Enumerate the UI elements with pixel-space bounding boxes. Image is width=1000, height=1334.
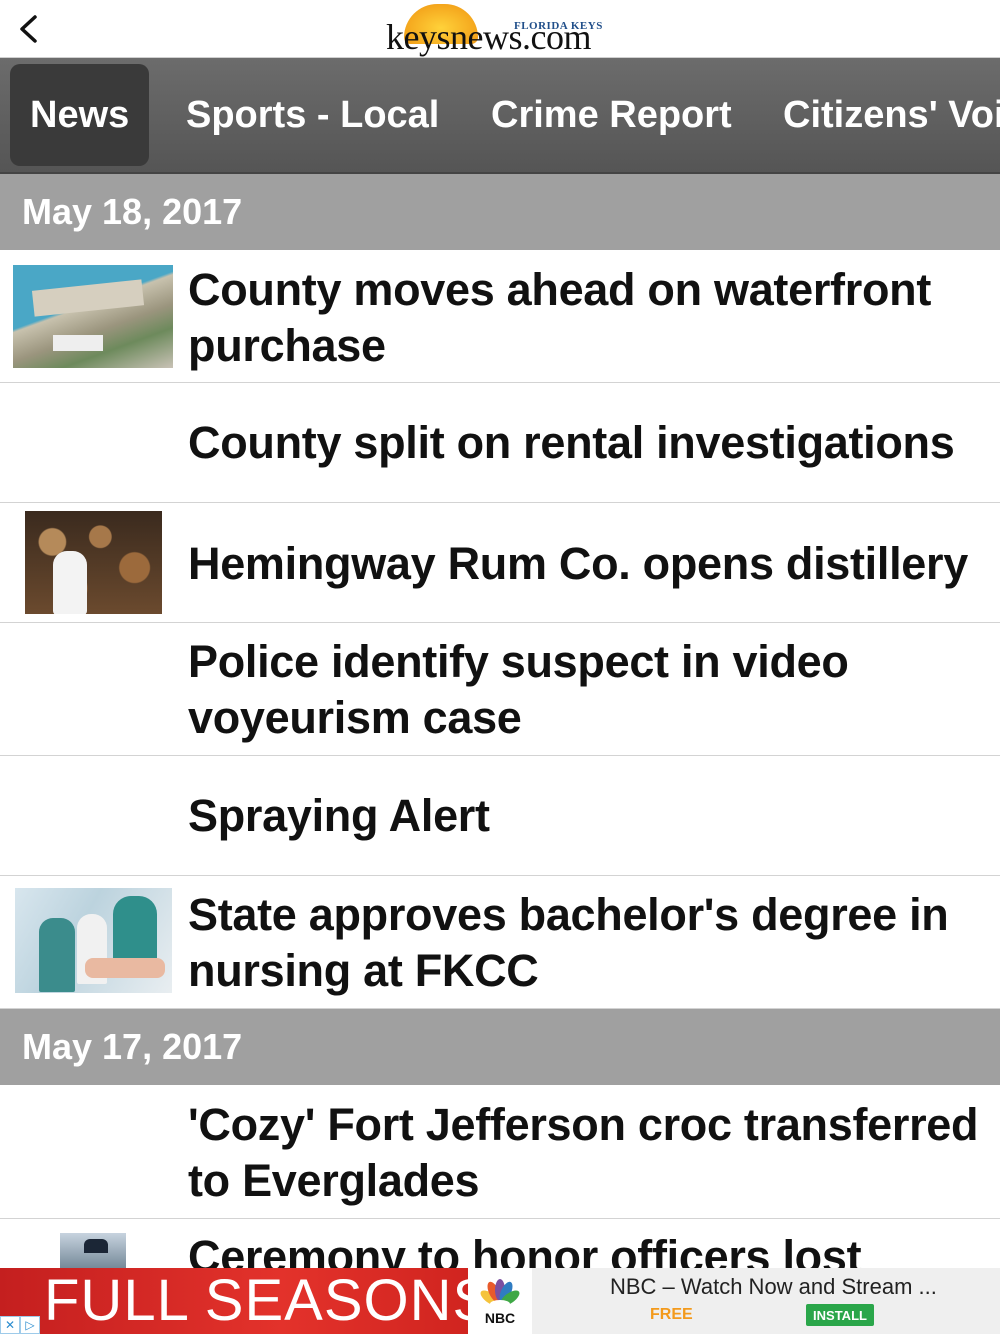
article-thumbnail	[60, 1233, 126, 1273]
date-header: May 17, 2017	[0, 1009, 1000, 1085]
peacock-icon	[480, 1279, 520, 1308]
date-header: May 18, 2017	[0, 174, 1000, 250]
logo-tagline: FLORIDA KEYS	[514, 20, 603, 32]
back-button[interactable]	[10, 10, 46, 48]
ad-app-title: NBC – Watch Now and Stream ...	[610, 1274, 937, 1299]
tab-citizens-voice[interactable]: Citizens' Voi	[783, 64, 1000, 166]
article-title: 'Cozy' Fort Jefferson croc transferred t…	[188, 1099, 979, 1206]
article-title: County split on rental investigations	[188, 417, 955, 468]
list-item[interactable]: State approves bachelor's degree in nurs…	[0, 876, 1000, 1009]
install-button[interactable]: INSTALL	[806, 1304, 874, 1326]
article-thumbnail	[13, 265, 173, 368]
article-title: State approves bachelor's degree in nurs…	[188, 889, 949, 996]
close-icon[interactable]: ✕	[0, 1316, 20, 1334]
list-item[interactable]: County split on rental investigations	[0, 383, 1000, 503]
tab-crime-report[interactable]: Crime Report	[491, 64, 732, 166]
list-item[interactable]: 'Cozy' Fort Jefferson croc transferred t…	[0, 1085, 1000, 1219]
play-icon[interactable]: ▷	[20, 1316, 40, 1334]
article-title: Hemingway Rum Co. opens distillery	[188, 538, 968, 589]
list-item[interactable]: Police identify suspect in video voyeuri…	[0, 623, 1000, 756]
article-thumbnail	[25, 511, 162, 614]
nbc-logo: NBC	[468, 1268, 532, 1334]
top-bar: keysnews.com FLORIDA KEYS	[0, 0, 1000, 58]
section-tab-bar: News Sports - Local Crime Report Citizen…	[0, 58, 1000, 174]
site-logo[interactable]: keysnews.com FLORIDA KEYS	[386, 2, 626, 56]
article-title: County moves ahead on waterfront purchas…	[188, 264, 932, 371]
list-item[interactable]: County moves ahead on waterfront purchas…	[0, 250, 1000, 383]
chevron-left-icon	[20, 15, 37, 43]
article-thumbnail	[15, 888, 172, 993]
tab-sports-local[interactable]: Sports - Local	[186, 64, 439, 166]
list-item[interactable]: Spraying Alert	[0, 756, 1000, 876]
article-title: Police identify suspect in video voyeuri…	[188, 636, 849, 743]
ad-price: FREE	[650, 1306, 693, 1323]
tab-news[interactable]: News	[10, 64, 150, 166]
ad-banner-image[interactable]: FULL SEASONS	[0, 1268, 470, 1334]
ad-choices[interactable]: ✕ ▷	[0, 1316, 40, 1334]
article-title: Spraying Alert	[188, 790, 490, 841]
ad-banner[interactable]: FULL SEASONS ✕ ▷ NBC NBC – Watch Now and…	[0, 1268, 1000, 1334]
list-item[interactable]: Hemingway Rum Co. opens distillery	[0, 503, 1000, 623]
